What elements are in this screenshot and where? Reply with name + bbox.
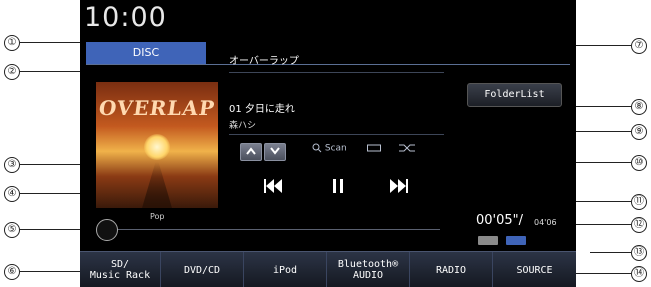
clock: 10:00 (84, 2, 167, 33)
callout-13: ⑬ (631, 245, 647, 261)
shuffle-icon (399, 144, 415, 152)
scan-button[interactable]: Scan (312, 143, 347, 159)
source-button-dvd-cd[interactable]: DVD/CD (161, 252, 244, 287)
callout-9: ⑨ (631, 124, 647, 140)
genre-label: Pop (150, 212, 165, 221)
source-bar: SD/Music Rack DVD/CD iPod Bluetooth® AUDI… (80, 251, 576, 287)
source-button-label: DVD/CD (183, 264, 221, 276)
track-title: 01 夕日に走れ (229, 104, 295, 115)
callout-10: ⑩ (631, 155, 647, 171)
callout-8: ⑧ (631, 99, 647, 115)
source-button-label: Music Rack (89, 270, 151, 281)
leader-6 (20, 271, 82, 272)
sound-badge (506, 236, 526, 245)
source-button-radio[interactable]: RADIO (410, 252, 493, 287)
callout-4: ④ (4, 186, 20, 202)
divider (229, 72, 444, 73)
previous-track-icon[interactable] (264, 178, 282, 194)
pause-icon[interactable] (332, 178, 344, 194)
folder-down-button[interactable] (264, 143, 286, 161)
scan-label: Scan (324, 143, 347, 154)
elapsed-time: 00'05"/ (476, 213, 524, 228)
playback-progress-track[interactable] (110, 229, 440, 230)
source-button-label: iPod (272, 264, 298, 276)
callout-6: ⑥ (4, 264, 20, 280)
source-button-label: Bluetooth® (337, 259, 399, 270)
album-art: OVERLAP (96, 82, 218, 208)
album-title: オーバーラップ (229, 56, 299, 67)
album-art-sun (144, 134, 170, 160)
artist-name: 森ハシ (229, 121, 257, 131)
source-button-source[interactable]: SOURCE (493, 252, 576, 287)
divider (229, 134, 444, 135)
callout-2: ② (4, 64, 20, 80)
format-badge (478, 236, 498, 245)
audio-screen: 10:00 DISC OVERLAP Pop オーバーラップ 01 夕日に走れ … (80, 0, 576, 287)
source-button-label: RADIO (435, 264, 467, 276)
source-button-label: SD/ (110, 259, 130, 270)
seek-knob[interactable] (96, 219, 118, 241)
source-button-label: AUDIO (352, 270, 384, 281)
total-time: 04'06 (534, 218, 557, 227)
callout-3: ③ (4, 157, 20, 173)
chevron-down-icon (270, 147, 280, 155)
source-button-ipod[interactable]: iPod (244, 252, 327, 287)
leader-13 (590, 252, 631, 253)
album-art-road (142, 162, 172, 208)
divider (86, 64, 570, 65)
next-track-icon[interactable] (390, 178, 408, 194)
callout-14: ⑭ (631, 266, 647, 282)
source-button-label: SOURCE (516, 264, 553, 276)
callout-5: ⑤ (4, 222, 20, 238)
folder-up-button[interactable] (240, 143, 262, 161)
source-tab-disc[interactable]: DISC (86, 42, 206, 64)
source-button-sd[interactable]: SD/Music Rack (80, 252, 161, 287)
folder-list-button[interactable]: FolderList (467, 83, 562, 107)
search-icon (312, 143, 322, 153)
callout-7: ⑦ (631, 38, 647, 54)
repeat-button[interactable] (366, 143, 382, 159)
callout-11: ⑪ (631, 194, 647, 210)
chevron-up-icon (246, 147, 256, 155)
callout-1: ① (4, 35, 20, 51)
album-art-logo: OVERLAP (97, 96, 217, 120)
callout-12: ⑫ (631, 217, 647, 233)
repeat-icon (367, 144, 381, 152)
source-button-bluetooth[interactable]: Bluetooth® AUDIO (327, 252, 410, 287)
random-button[interactable] (398, 143, 416, 159)
